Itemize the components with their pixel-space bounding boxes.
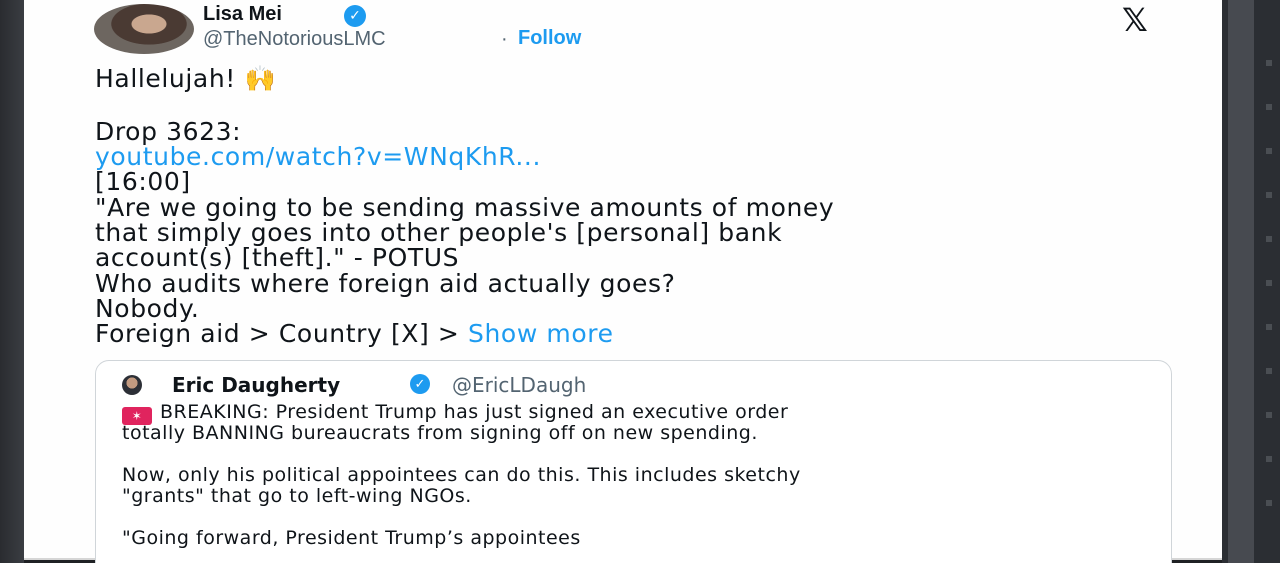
tweet-text-hallelujah: Hallelujah! xyxy=(95,64,236,93)
quoted-line-4: "grants" that go to left-wing NGOs. xyxy=(122,485,472,507)
quoted-verified-badge-icon: ✓ xyxy=(410,374,430,394)
separator-dot: · xyxy=(501,28,508,50)
frame-decoration xyxy=(1266,60,1272,540)
quoted-breaking-text: BREAKING: President Trump has just signe… xyxy=(160,401,789,423)
screen-frame-left xyxy=(0,0,24,563)
author-handle[interactable]: @TheNotoriousLMC xyxy=(203,28,386,51)
tweet-line-7: account(s) [theft]." - POTUS xyxy=(95,243,460,272)
follow-button[interactable]: Follow xyxy=(518,27,581,50)
quoted-author-avatar[interactable] xyxy=(122,375,142,395)
author-avatar[interactable] xyxy=(94,4,194,54)
quoted-tweet[interactable]: Eric Daugherty ✓ @EricLDaugh ✶ BREAKING: … xyxy=(95,360,1172,563)
tweet-line-4: [16:00] xyxy=(95,167,191,196)
scroll-track[interactable] xyxy=(1228,0,1254,563)
verified-badge-icon: ✓ xyxy=(344,5,366,27)
tweet-line-10: Foreign aid > Country [X] > Show more xyxy=(95,319,614,348)
quoted-line-2: totally BANNING bureaucrats from signing… xyxy=(122,422,758,444)
tweet-line-1: Hallelujah! 🙌 xyxy=(95,64,276,94)
quoted-author-handle[interactable]: @EricLDaugh xyxy=(452,373,586,397)
show-more-link[interactable]: Show more xyxy=(468,319,614,348)
x-logo-icon[interactable]: 𝕏 xyxy=(1122,1,1148,39)
raising-hands-icon: 🙌 xyxy=(244,64,277,93)
quoted-line-3: Now, only his political appointees can d… xyxy=(122,464,801,486)
screen-frame-right xyxy=(1222,0,1280,563)
tweet-card: Lisa Mei ✓ @TheNotoriousLMC · Follow 𝕏 H… xyxy=(24,0,1222,563)
quoted-line-5: "Going forward, President Trump’s appoin… xyxy=(122,527,581,549)
tweet-text-foreign-aid: Foreign aid > Country [X] > xyxy=(95,319,460,348)
quoted-author-name[interactable]: Eric Daugherty xyxy=(172,373,340,397)
author-name[interactable]: Lisa Mei xyxy=(203,3,282,26)
